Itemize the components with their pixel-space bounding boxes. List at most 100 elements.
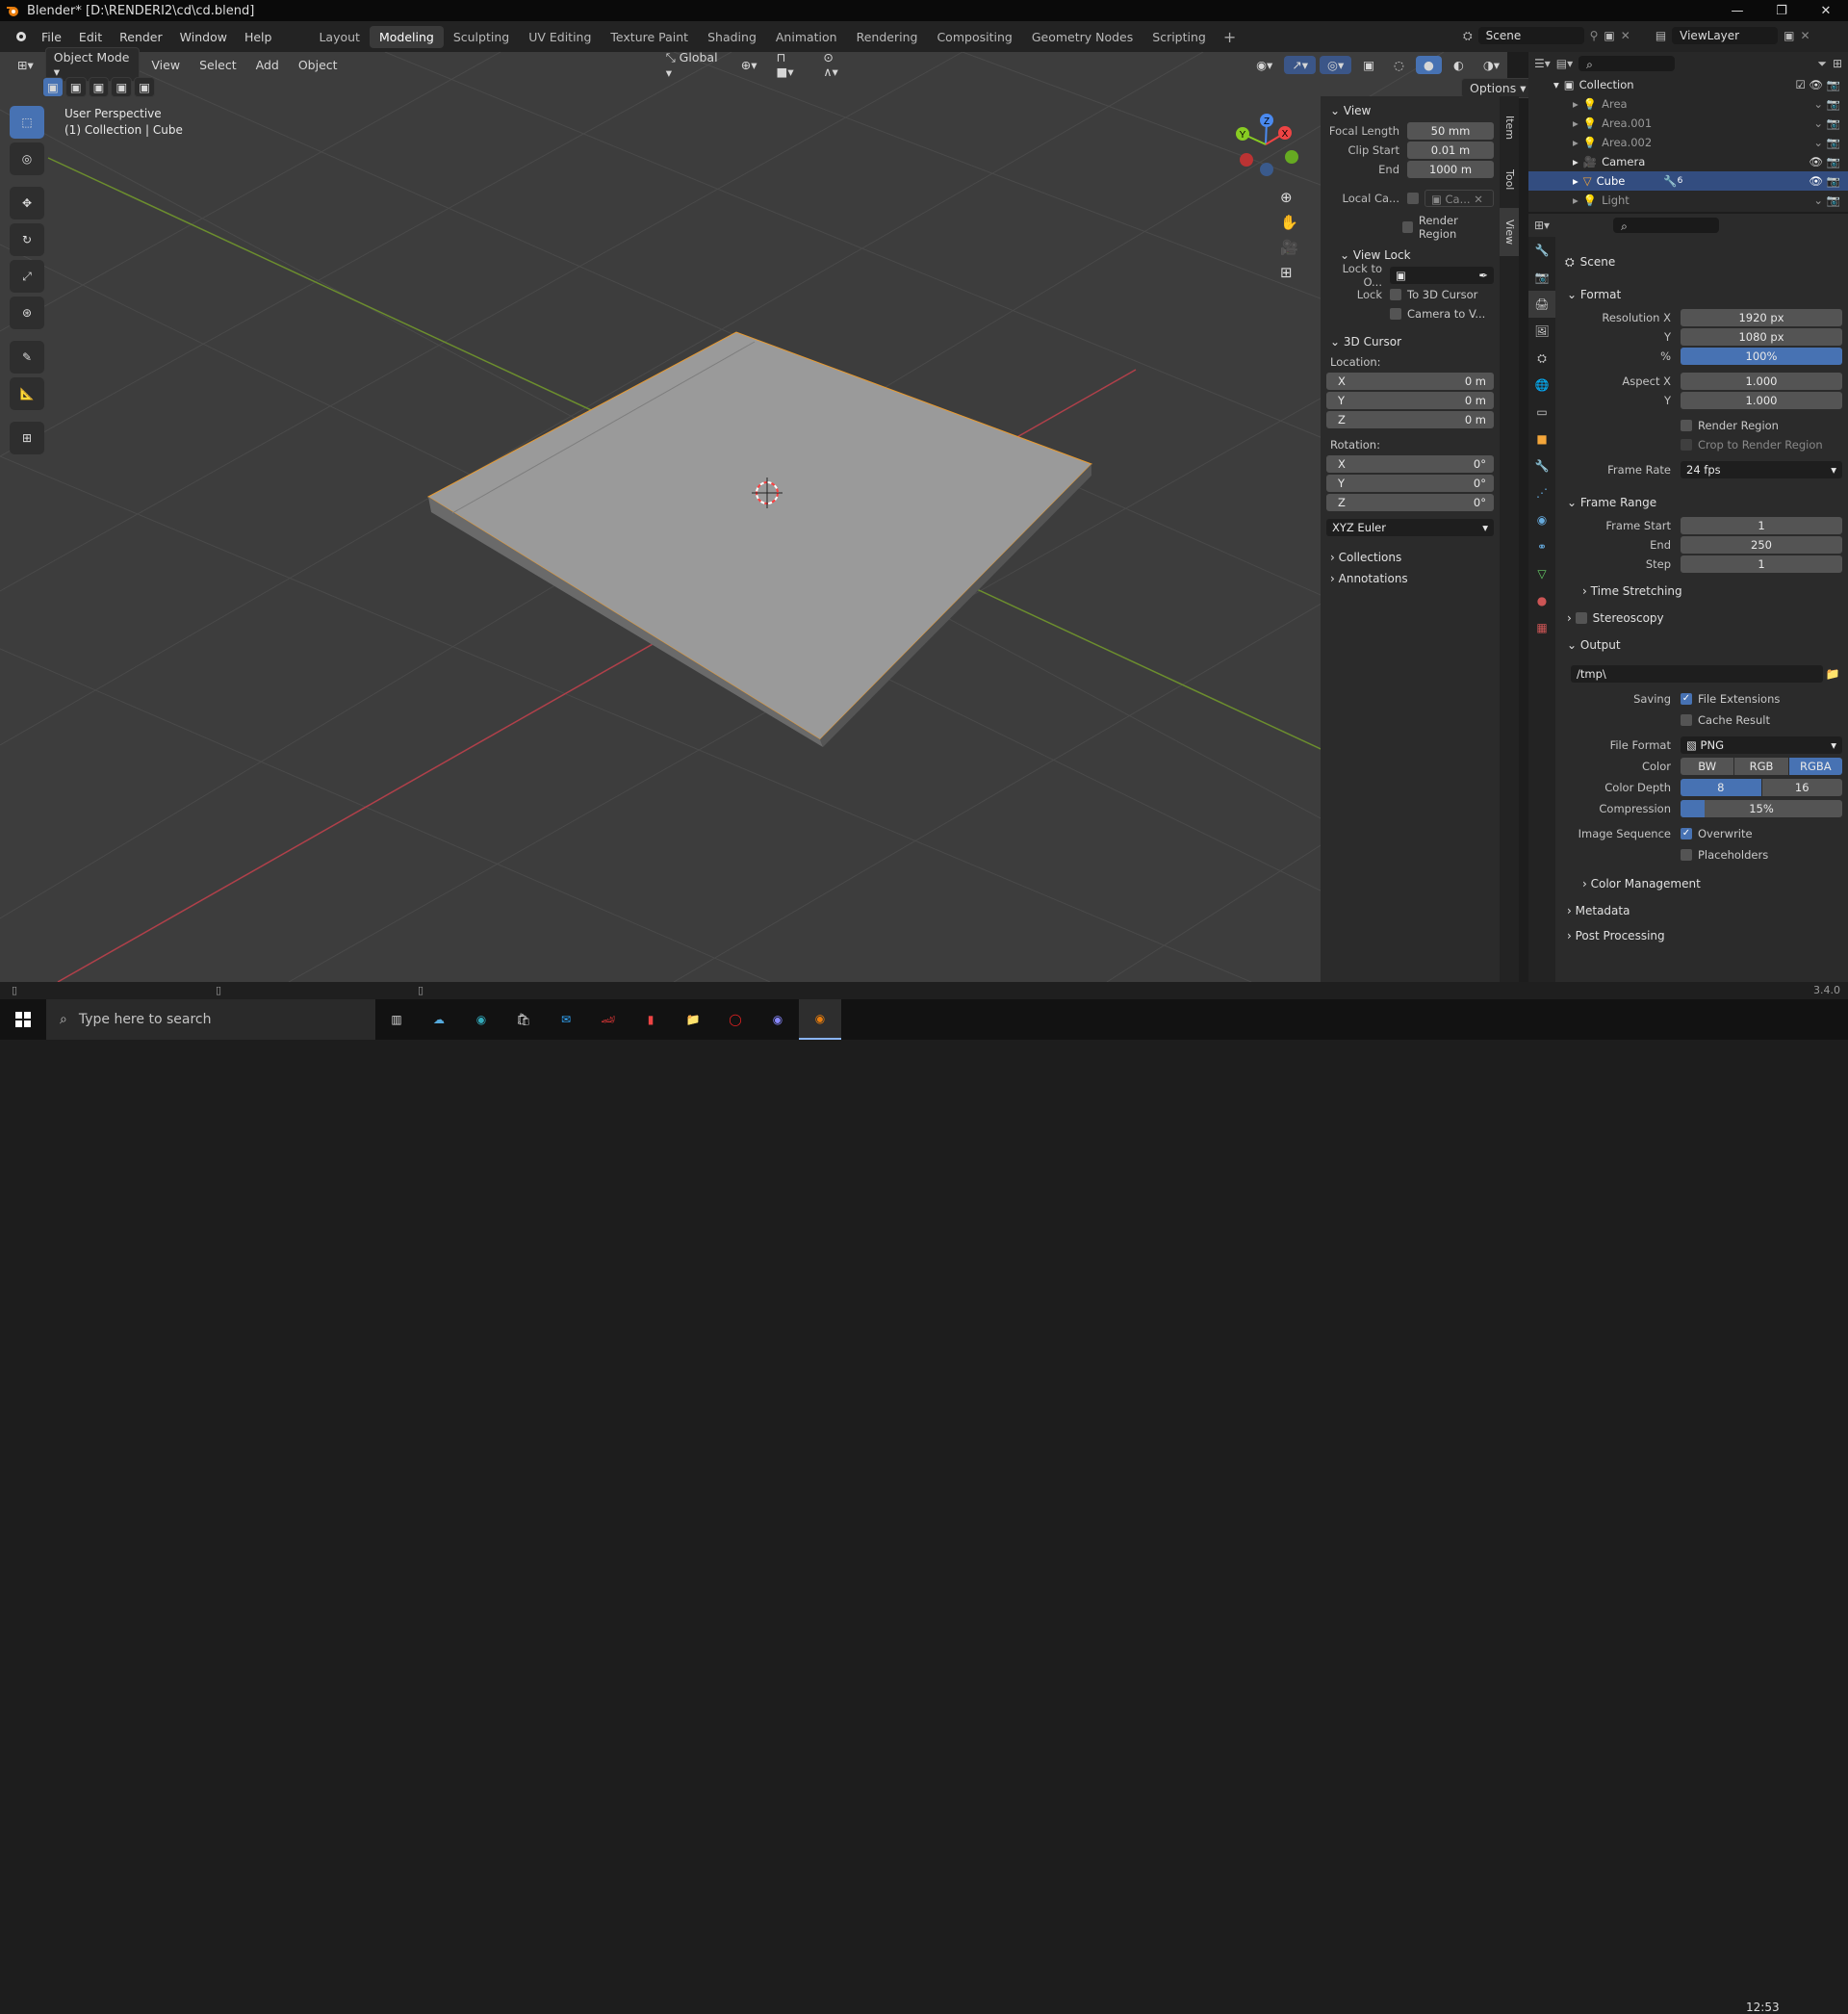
tab-animation[interactable]: Animation xyxy=(766,26,847,48)
object-tab-icon[interactable]: ■ xyxy=(1528,426,1555,452)
select-box-tool-icon[interactable]: ⬚ xyxy=(10,106,44,139)
widget-icon[interactable]: ☁ xyxy=(418,999,460,1040)
office-icon[interactable]: ▮ xyxy=(629,999,672,1040)
select-menu[interactable]: Select xyxy=(192,56,244,74)
shading-wireframe-icon[interactable]: ◌ xyxy=(1386,56,1412,74)
windows-start-icon[interactable] xyxy=(0,999,46,1040)
new-scene-icon[interactable]: ▣ xyxy=(1604,29,1614,42)
outliner-item-camera[interactable]: ▸ 🎥 Camera 👁 📷 xyxy=(1528,152,1848,171)
annotations-panel-header[interactable]: › Annotations xyxy=(1321,568,1500,589)
cursor-location-x-field[interactable]: X 0 m xyxy=(1326,373,1494,390)
cursor-rotation-z-field[interactable]: Z 0° xyxy=(1326,494,1494,511)
menu-file[interactable]: File xyxy=(33,30,70,44)
outliner-item-light[interactable]: ▸ 💡 Light ⌄ 📷 xyxy=(1528,191,1848,210)
modifier-tab-icon[interactable]: 🔧 xyxy=(1528,452,1555,479)
pin-icon[interactable]: ⚲ xyxy=(1590,29,1599,42)
tab-tool[interactable]: Tool xyxy=(1500,156,1519,204)
view-layer-field[interactable]: ViewLayer xyxy=(1672,27,1779,44)
tab-sculpting[interactable]: Sculpting xyxy=(444,26,519,48)
constraints-tab-icon[interactable]: ⚭ xyxy=(1528,533,1555,560)
discord-icon[interactable]: ◉ xyxy=(757,999,799,1040)
outliner-editor-icon[interactable]: ☰▾ xyxy=(1534,57,1551,70)
cursor-tool-icon[interactable]: ◎ xyxy=(10,142,44,175)
tab-view[interactable]: View xyxy=(1500,208,1519,256)
object-menu[interactable]: Object xyxy=(291,56,346,74)
outliner-item-cube[interactable]: ▸ ▽ Cube 🔧 6 👁 📷 xyxy=(1528,171,1848,191)
tab-uv-editing[interactable]: UV Editing xyxy=(519,26,601,48)
annotate-tool-icon[interactable]: ✎ xyxy=(10,341,44,374)
output-panel-header[interactable]: ⌄ Output xyxy=(1567,635,1621,655)
overwrite-checkbox[interactable]: ✓ xyxy=(1681,828,1692,839)
select-extend-icon[interactable]: ▣ xyxy=(64,77,87,97)
color-mode-rgba[interactable]: RGBA xyxy=(1788,758,1842,775)
scale-tool-icon[interactable]: ⤢ xyxy=(10,260,44,293)
collection-tab-icon[interactable]: ▭ xyxy=(1528,399,1555,426)
outliner-item-area-001[interactable]: ▸ 💡 Area.001 ⌄ 📷 xyxy=(1528,114,1848,133)
rotation-mode-dropdown[interactable]: XYZ Euler ▾ xyxy=(1326,519,1494,536)
move-tool-icon[interactable]: ✥ xyxy=(10,187,44,219)
resolution-percent-field[interactable]: 100% xyxy=(1681,348,1842,365)
scene-tab-icon[interactable]: ⛭ xyxy=(1528,345,1555,372)
task-view-icon[interactable]: ▥ xyxy=(375,999,418,1040)
tab-layout[interactable]: Layout xyxy=(309,26,370,48)
xray-icon[interactable]: ▣ xyxy=(1355,56,1382,74)
color-management-header[interactable]: › Color Management xyxy=(1582,874,1701,893)
local-camera-checkbox[interactable] xyxy=(1407,193,1419,204)
taskbar-search-input[interactable]: ⌕ Type here to search xyxy=(46,999,375,1040)
aspect-x-field[interactable]: 1.000 xyxy=(1681,373,1842,390)
opera-icon[interactable]: ◯ xyxy=(714,999,757,1040)
view-layer-tab-icon[interactable]: 🖼 xyxy=(1528,318,1555,345)
filter-icon[interactable]: ⏷ xyxy=(1817,57,1827,71)
navigation-gizmo[interactable]: Z X Y xyxy=(1227,106,1314,188)
blender-taskbar-icon[interactable]: ◉ xyxy=(799,999,841,1040)
material-tab-icon[interactable]: ● xyxy=(1528,587,1555,614)
minimize-button[interactable]: — xyxy=(1715,4,1759,18)
tab-rendering[interactable]: Rendering xyxy=(847,26,928,48)
data-tab-icon[interactable]: ▽ xyxy=(1528,560,1555,587)
resolution-y-field[interactable]: 1080 px xyxy=(1681,328,1842,346)
file-extensions-checkbox[interactable]: ✓ xyxy=(1681,693,1692,705)
menu-help[interactable]: Help xyxy=(236,30,281,44)
tab-shading[interactable]: Shading xyxy=(698,26,766,48)
menu-window[interactable]: Window xyxy=(171,30,236,44)
focal-length-field[interactable]: 50 mm xyxy=(1407,122,1494,140)
rotate-tool-icon[interactable]: ↻ xyxy=(10,223,44,256)
cursor-location-z-field[interactable]: Z 0 m xyxy=(1326,411,1494,428)
pivot-icon[interactable]: ⊕▾ xyxy=(733,56,765,74)
add-menu[interactable]: Add xyxy=(248,56,287,74)
texture-tab-icon[interactable]: ▦ xyxy=(1528,614,1555,641)
scene-name-field[interactable]: Scene xyxy=(1477,27,1584,44)
car-app-icon[interactable]: 🏎 xyxy=(587,999,629,1040)
new-view-layer-icon[interactable]: ▣ xyxy=(1784,29,1794,42)
mail-icon[interactable]: ✉ xyxy=(545,999,587,1040)
time-stretching-header[interactable]: › Time Stretching xyxy=(1582,581,1682,601)
remove-view-layer-icon[interactable]: ✕ xyxy=(1801,29,1810,42)
visibility-icon[interactable]: ◉▾ xyxy=(1248,56,1280,74)
view-panel-header[interactable]: ⌄ View xyxy=(1321,100,1500,121)
particles-tab-icon[interactable]: ⋰ xyxy=(1528,479,1555,506)
physics-tab-icon[interactable]: ◉ xyxy=(1528,506,1555,533)
lock-3d-cursor-checkbox[interactable] xyxy=(1390,289,1401,300)
measure-tool-icon[interactable]: 📐 xyxy=(10,377,44,410)
restore-button[interactable]: ❐ xyxy=(1759,4,1804,18)
aspect-y-field[interactable]: 1.000 xyxy=(1681,392,1842,409)
crop-region-checkbox[interactable] xyxy=(1681,439,1692,451)
select-new-icon[interactable]: ▣ xyxy=(42,77,64,97)
ortho-grid-icon[interactable]: ⊞ xyxy=(1280,264,1298,281)
folder-icon[interactable]: 📁 xyxy=(1823,667,1842,681)
3d-cursor-header[interactable]: ⌄ 3D Cursor xyxy=(1321,331,1500,352)
clip-end-field[interactable]: 1000 m xyxy=(1407,161,1494,178)
compression-slider[interactable]: 15% xyxy=(1681,800,1842,817)
file-explorer-icon[interactable]: 📁 xyxy=(672,999,714,1040)
stereoscopy-panel-header[interactable]: › Stereoscopy xyxy=(1567,608,1664,628)
lock-to-object-field[interactable]: ▣ ✒ xyxy=(1390,267,1494,284)
placeholders-checkbox[interactable] xyxy=(1681,849,1692,861)
eyedropper-icon[interactable]: ✒ xyxy=(1478,267,1494,284)
tab-texture-paint[interactable]: Texture Paint xyxy=(601,26,698,48)
local-camera-field[interactable]: ▣ Ca... ✕ xyxy=(1424,190,1494,207)
metadata-panel-header[interactable]: › Metadata xyxy=(1567,901,1630,920)
file-format-dropdown[interactable]: ▧ PNG ▾ xyxy=(1681,736,1842,754)
cursor-location-y-field[interactable]: Y 0 m xyxy=(1326,392,1494,409)
render-tab-icon[interactable]: 📷 xyxy=(1528,264,1555,291)
frame-start-field[interactable]: 1 xyxy=(1681,517,1842,534)
